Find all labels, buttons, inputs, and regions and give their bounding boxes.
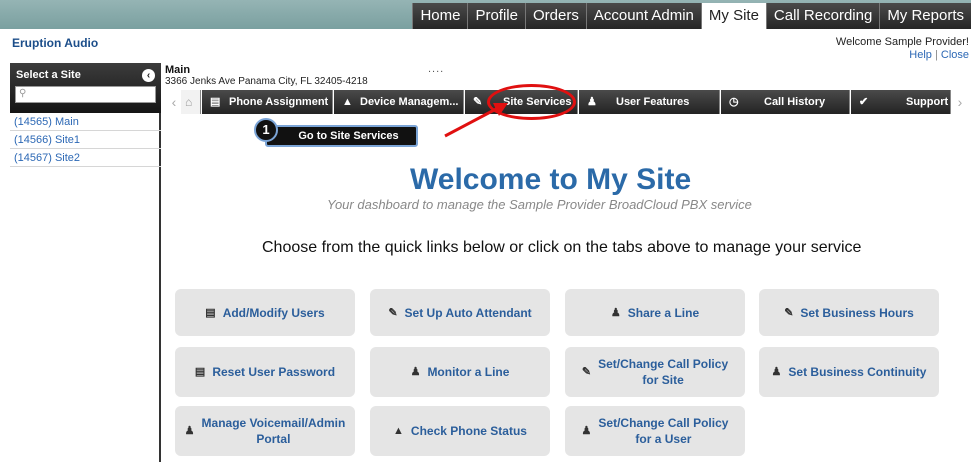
button-label: Share a Line <box>627 305 700 320</box>
tab-label: Call History <box>764 96 826 108</box>
share-a-line-button[interactable]: ♟ Share a Line <box>565 289 745 336</box>
top-tab-orders[interactable]: Orders <box>525 3 586 29</box>
page: Home Profile Orders Account Admin My Sit… <box>0 0 971 462</box>
list-icon: ▤ <box>194 366 206 378</box>
monitor-a-line-button[interactable]: ♟ Monitor a Line <box>370 347 550 397</box>
top-tab-my-site[interactable]: My Site <box>700 3 766 29</box>
site-item-main[interactable]: (14565) Main <box>10 113 161 131</box>
button-label-line-2: for Site <box>642 373 684 387</box>
link-separator: | <box>931 49 941 61</box>
top-tab-profile[interactable]: Profile <box>467 3 525 29</box>
tab-label: Device Managem... <box>360 96 459 108</box>
tab-phone-assignment[interactable]: ▤ Phone Assignment <box>202 90 333 114</box>
top-tab-account-admin[interactable]: Account Admin <box>585 3 701 29</box>
sidebar-header: Select a Site ‹ ⚲ <box>10 63 161 113</box>
step-number-badge: 1 <box>254 118 278 142</box>
brand-name: Eruption Audio <box>12 36 99 50</box>
button-label: Add/Modify Users <box>222 305 325 320</box>
button-label-line-2: for a User <box>635 432 692 446</box>
tabs-scroll-right-icon[interactable]: › <box>953 90 967 114</box>
edit-icon: ✎ <box>388 306 398 319</box>
home-icon: ⌂ <box>185 95 193 109</box>
reset-user-password-button[interactable]: ▤ Reset User Password <box>175 347 355 397</box>
welcome-title: Welcome to My Site <box>410 163 692 196</box>
tab-label: User Features <box>616 96 690 108</box>
call-policy-for-site-button[interactable]: ✎ Set/Change Call Policy for Site <box>565 347 745 397</box>
tab-device-management[interactable]: ▲ Device Managem... <box>334 90 464 114</box>
highlight-oval <box>487 84 576 120</box>
top-tab-my-reports[interactable]: My Reports <box>879 3 971 29</box>
tab-user-features[interactable]: ♟ User Features <box>579 90 720 114</box>
button-label: Reset User Password <box>212 365 336 379</box>
set-business-hours-button[interactable]: ✎ Set Business Hours <box>759 289 939 336</box>
tab-home[interactable]: ⌂ <box>181 90 201 114</box>
site-sidebar: Select a Site ‹ ⚲ (14565) Main (14566) S… <box>10 63 161 462</box>
clock-icon: ◷ <box>729 96 739 108</box>
button-label: Monitor a Line <box>427 365 510 379</box>
edit-icon: ✎ <box>473 96 483 108</box>
button-label: Check Phone Status <box>410 424 527 438</box>
set-up-auto-attendant-button[interactable]: ✎ Set Up Auto Attendant <box>370 289 550 336</box>
top-navigation-bar: Home Profile Orders Account Admin My Sit… <box>0 0 971 29</box>
user-icon: ♟ <box>581 425 592 437</box>
bell-icon: ▲ <box>393 425 404 437</box>
wrench-icon: ✔ <box>859 96 869 108</box>
button-label: Set/Change Call Policy for Site <box>598 356 728 388</box>
call-policy-for-user-button[interactable]: ♟ Set/Change Call Policy for a User <box>565 406 745 456</box>
help-link[interactable]: Help <box>909 49 932 61</box>
button-label-line-1: Set/Change Call Policy <box>598 416 729 430</box>
site-item-site1[interactable]: (14566) Site1 <box>10 131 161 149</box>
button-label: Set/Change Call Policy for a User <box>598 415 728 447</box>
button-label-line-1: Set/Change Call Policy <box>598 357 729 371</box>
add-modify-users-button[interactable]: ▤ Add/Modify Users <box>175 289 355 336</box>
user-icon: ♟ <box>771 366 782 378</box>
list-icon: ▤ <box>210 96 221 108</box>
tab-label: Phone Assignment <box>229 96 329 108</box>
bell-icon: ▲ <box>342 96 353 108</box>
top-tab-home[interactable]: Home <box>412 3 468 29</box>
manage-voicemail-button[interactable]: ♟ Manage Voicemail/Admin Portal <box>175 406 355 456</box>
button-label: Set Business Continuity <box>788 365 927 379</box>
button-label: Set Up Auto Attendant <box>404 305 532 320</box>
welcome-subtitle: Your dashboard to manage the Sample Prov… <box>327 197 752 212</box>
user-icon: ♟ <box>610 306 621 319</box>
more-options-icon[interactable]: .... <box>428 63 444 75</box>
site-list: (14565) Main (14566) Site1 (14567) Site2 <box>10 113 161 167</box>
user-icon: ♟ <box>410 366 421 378</box>
close-link[interactable]: Close <box>941 49 969 61</box>
annotation-callout: Go to Site Services <box>265 125 418 147</box>
search-icon: ⚲ <box>19 88 27 99</box>
user-icon: ♟ <box>184 425 195 437</box>
user-welcome: Welcome Sample Provider! Help | Close <box>836 36 969 62</box>
site-item-site2[interactable]: (14567) Site2 <box>10 149 161 167</box>
button-label: Set Business Hours <box>800 305 914 320</box>
tab-call-history[interactable]: ◷ Call History <box>721 90 850 114</box>
top-nav-tabs: Home Profile Orders Account Admin My Sit… <box>412 3 971 29</box>
check-phone-status-button[interactable]: ▲ Check Phone Status <box>370 406 550 456</box>
site-search-input[interactable]: ⚲ <box>15 86 156 103</box>
site-address: 3366 Jenks Ave Panama City, FL 32405-421… <box>165 76 368 87</box>
button-label: Manage Voicemail/Admin Portal <box>202 415 346 447</box>
tab-label: Support <box>906 96 949 108</box>
tab-support[interactable]: ✔ Support <box>851 90 951 114</box>
quick-links-instructions: Choose from the quick links below or cli… <box>262 239 862 256</box>
sidebar-title: Select a Site <box>16 69 81 81</box>
button-label-line-1: Manage Voicemail/Admin <box>201 416 346 430</box>
tabs-scroll-left-icon[interactable]: ‹ <box>167 90 181 114</box>
user-icon: ♟ <box>587 96 597 108</box>
edit-icon: ✎ <box>581 366 592 378</box>
user-links: Help | Close <box>836 49 969 62</box>
button-label-line-2: Portal <box>256 432 291 446</box>
set-business-continuity-button[interactable]: ♟ Set Business Continuity <box>759 347 939 397</box>
edit-icon: ✎ <box>784 306 794 319</box>
list-icon: ▤ <box>205 306 216 319</box>
site-name: Main <box>165 64 191 76</box>
collapse-sidebar-icon[interactable]: ‹ <box>142 69 155 82</box>
welcome-message: Welcome Sample Provider! <box>835 36 969 48</box>
top-tab-call-recording[interactable]: Call Recording <box>765 3 880 29</box>
